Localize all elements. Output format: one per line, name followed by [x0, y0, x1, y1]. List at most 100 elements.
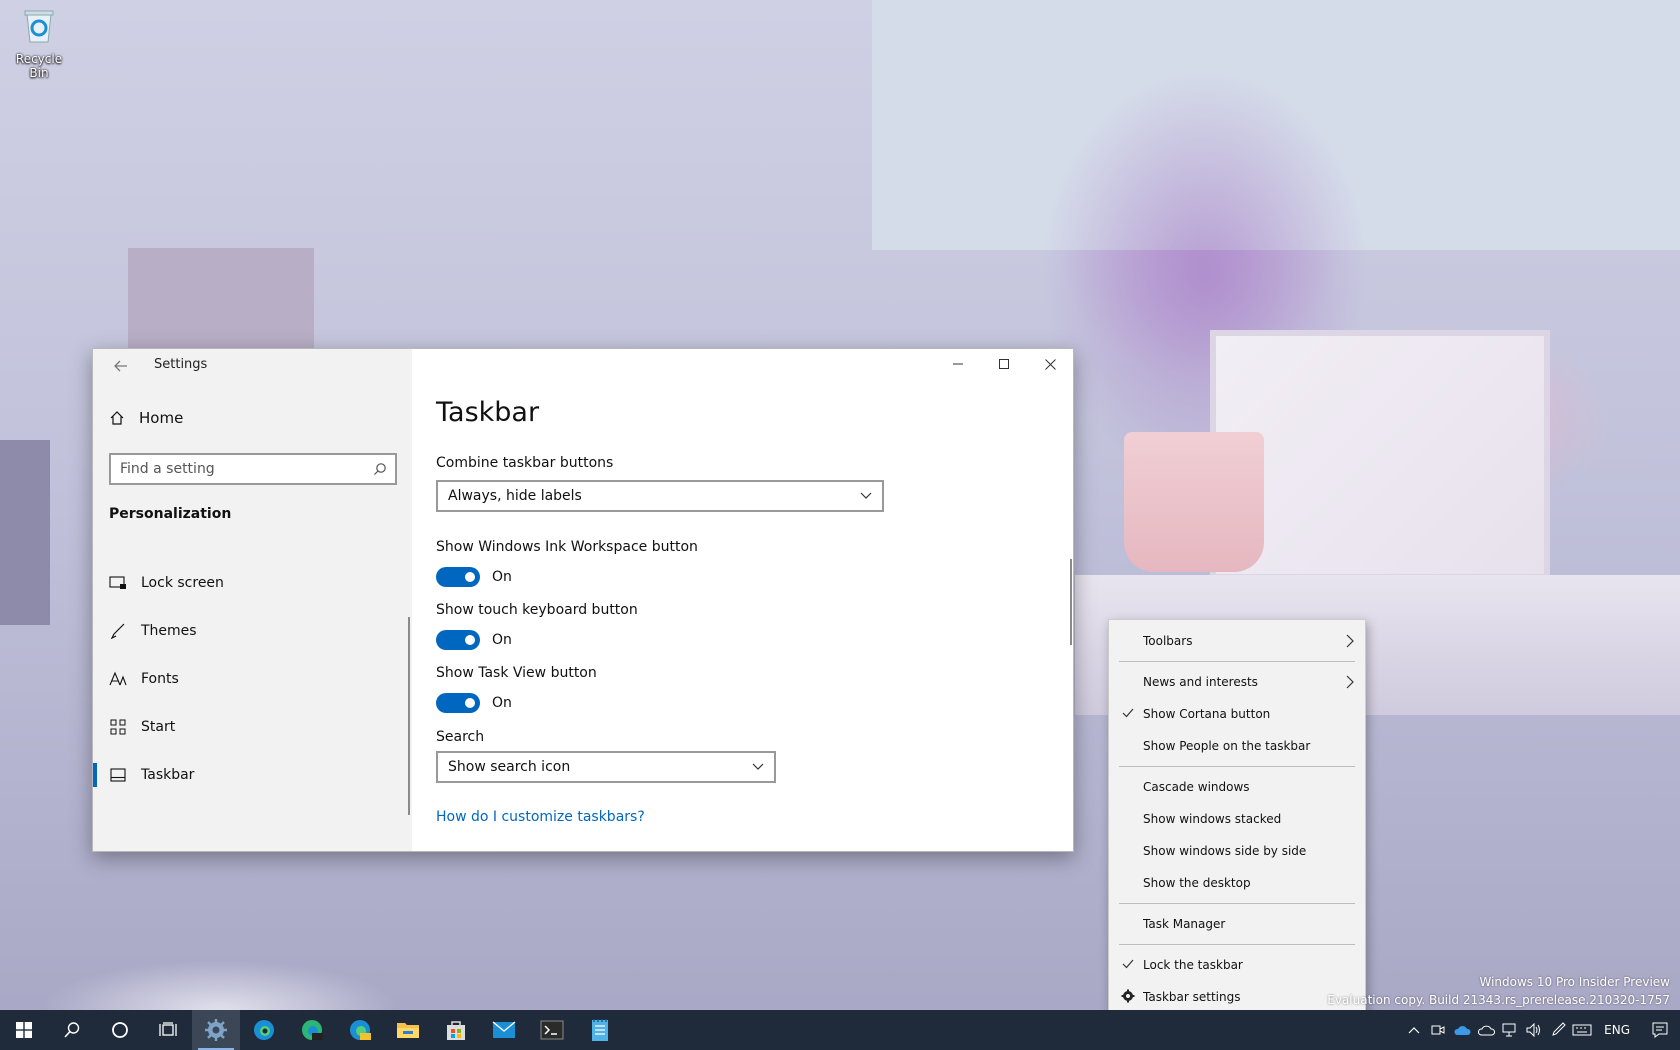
taskbar-search-button[interactable] — [48, 1010, 96, 1050]
menu-item-task-manager[interactable]: Task Manager — [1109, 908, 1365, 940]
back-button[interactable] — [107, 355, 135, 379]
watermark-line1: Windows 10 Pro Insider Preview — [1479, 975, 1670, 989]
meet-now-icon — [1431, 1025, 1445, 1035]
menu-item-cortana[interactable]: Show Cortana button — [1109, 698, 1365, 730]
gear-icon — [205, 1019, 227, 1041]
search-dropdown-value: Show search icon — [448, 759, 571, 775]
menu-separator — [1119, 661, 1355, 662]
edge-dev-icon — [302, 1020, 323, 1040]
tray-onedrive-button[interactable] — [1450, 1010, 1474, 1050]
taskbar-app-notepad[interactable] — [576, 1010, 624, 1050]
menu-item-show-desktop[interactable]: Show the desktop — [1109, 867, 1365, 899]
task-view-label: Show Task View button — [436, 665, 597, 681]
nav-scrollbar[interactable] — [408, 617, 410, 815]
edge-canary-icon — [350, 1020, 371, 1040]
tray-network-button[interactable] — [1498, 1010, 1522, 1050]
maximize-button[interactable] — [981, 349, 1027, 379]
menu-item-toolbars[interactable]: Toolbars — [1109, 625, 1365, 657]
sidebar-item-lock-screen[interactable]: Lock screen — [93, 562, 412, 604]
chevron-down-icon — [752, 763, 764, 770]
menu-separator — [1119, 766, 1355, 767]
tray-language-indicator[interactable]: ENG — [1594, 1023, 1640, 1037]
windows-logo-icon — [16, 1022, 32, 1038]
task-view-button[interactable] — [144, 1010, 192, 1050]
start-button[interactable] — [0, 1010, 48, 1050]
taskbar-app-edge-canary[interactable] — [336, 1010, 384, 1050]
task-view-state: On — [492, 695, 512, 711]
gear-icon — [1121, 989, 1135, 1003]
sidebar-item-start[interactable]: Start — [93, 706, 412, 748]
taskbar-app-settings[interactable] — [192, 1010, 240, 1050]
onedrive-icon — [1454, 1026, 1471, 1035]
recycle-bin-icon — [24, 10, 54, 43]
find-setting-box[interactable] — [109, 453, 397, 485]
tray-meet-now-button[interactable] — [1426, 1010, 1450, 1050]
edge-browser-icon — [254, 1020, 274, 1040]
taskbar-app-mail[interactable] — [480, 1010, 528, 1050]
chevron-down-icon — [860, 492, 872, 499]
tray-chevron-up-button[interactable] — [1402, 1010, 1426, 1050]
ink-workspace-toggle[interactable] — [436, 567, 480, 587]
customize-taskbars-link[interactable]: How do I customize taskbars? — [436, 809, 645, 825]
search-icon — [374, 463, 386, 475]
wallpaper-pot — [1124, 432, 1264, 572]
cortana-button[interactable] — [96, 1010, 144, 1050]
home-icon — [110, 411, 124, 425]
tray-touch-keyboard-button[interactable] — [1570, 1010, 1594, 1050]
menu-item-label: Show windows stacked — [1143, 812, 1282, 826]
notification-icon — [1652, 1022, 1668, 1038]
window-title: Settings — [154, 357, 208, 372]
menu-item-label: Show the desktop — [1143, 876, 1251, 890]
menu-item-side-by-side[interactable]: Show windows side by side — [1109, 835, 1365, 867]
nav-home[interactable]: Home — [109, 409, 183, 427]
ink-workspace-toggle-row: On — [436, 567, 512, 587]
sidebar-item-themes[interactable]: Themes — [93, 610, 412, 652]
network-icon — [1502, 1023, 1516, 1037]
settings-window: Settings Home Personalization Lock scree… — [92, 348, 1074, 852]
menu-item-label: Lock the taskbar — [1143, 958, 1243, 972]
combine-buttons-value: Always, hide labels — [448, 488, 582, 504]
font-icon — [109, 670, 127, 688]
menu-item-label: Show People on the taskbar — [1143, 739, 1311, 753]
sidebar-item-fonts[interactable]: Fonts — [93, 658, 412, 700]
search-icon — [64, 1022, 80, 1038]
taskbar-context-menu: Toolbars News and interests Show Cortana… — [1108, 619, 1366, 1025]
tray-onedrive-personal-button[interactable] — [1474, 1010, 1498, 1050]
minimize-button[interactable] — [935, 349, 981, 379]
recycle-bin-label: Recycle Bin — [15, 52, 63, 80]
menu-item-stacked[interactable]: Show windows stacked — [1109, 803, 1365, 835]
tray-ink-workspace-button[interactable] — [1546, 1010, 1570, 1050]
find-setting-input[interactable] — [111, 455, 361, 483]
taskbar-app-edge[interactable] — [240, 1010, 288, 1050]
menu-item-news-interests[interactable]: News and interests — [1109, 666, 1365, 698]
task-view-toggle-row: On — [436, 693, 512, 713]
chevron-up-icon — [1408, 1027, 1420, 1034]
taskbar-app-terminal[interactable] — [528, 1010, 576, 1050]
tray-volume-button[interactable] — [1522, 1010, 1546, 1050]
minimize-icon — [953, 363, 963, 365]
taskbar-app-file-explorer[interactable] — [384, 1010, 432, 1050]
sidebar-item-label: Lock screen — [141, 575, 224, 591]
content-scrollbar[interactable] — [1070, 559, 1072, 645]
search-dropdown[interactable]: Show search icon — [436, 751, 776, 783]
menu-item-cascade[interactable]: Cascade windows — [1109, 771, 1365, 803]
brush-icon — [109, 622, 127, 640]
terminal-icon — [540, 1020, 564, 1040]
menu-item-people[interactable]: Show People on the taskbar — [1109, 730, 1365, 762]
nav-section-heading: Personalization — [109, 506, 232, 522]
sidebar-item-taskbar[interactable]: Taskbar — [93, 754, 412, 796]
taskbar-app-edge-dev[interactable] — [288, 1010, 336, 1050]
task-view-toggle[interactable] — [436, 693, 480, 713]
start-grid-icon — [109, 718, 127, 736]
settings-nav-pane: Settings Home Personalization Lock scree… — [93, 349, 412, 851]
recycle-bin-desktop-icon[interactable]: Recycle Bin — [6, 8, 72, 80]
menu-item-label: Show windows side by side — [1143, 844, 1307, 858]
combine-buttons-dropdown[interactable]: Always, hide labels — [436, 480, 884, 512]
close-icon — [1044, 358, 1056, 370]
action-center-button[interactable] — [1640, 1010, 1680, 1050]
close-button[interactable] — [1027, 349, 1073, 379]
evaluation-watermark: Windows 10 Pro Insider Preview Evaluatio… — [1327, 973, 1670, 1009]
taskbar-app-store[interactable] — [432, 1010, 480, 1050]
touch-keyboard-toggle[interactable] — [436, 630, 480, 650]
menu-item-label: Taskbar settings — [1143, 990, 1241, 1004]
